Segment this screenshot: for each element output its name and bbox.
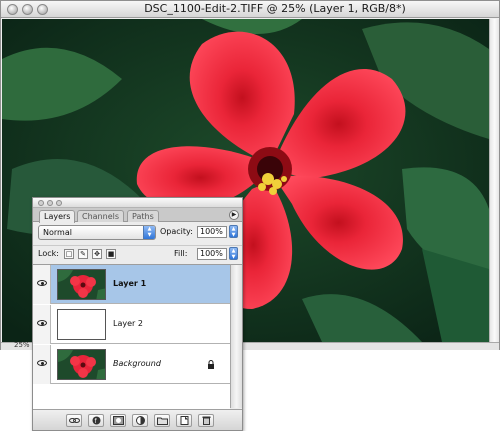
layer-name: Background (113, 359, 161, 368)
eye-icon (37, 280, 47, 286)
eye-icon (37, 360, 47, 366)
layer-row-background[interactable]: Background (33, 345, 230, 384)
lock-options-row: Lock: □ ✎ ✥ ■ Fill: 100% ▲ ▼ (33, 245, 242, 263)
layer-thumbnail (57, 269, 106, 300)
layer-name: Layer 1 (113, 279, 147, 288)
palette-menu-button[interactable]: ▶ (229, 210, 239, 220)
minimize-window-button[interactable] (22, 4, 33, 15)
layer-name: Layer 2 (113, 319, 143, 328)
opacity-slider-button[interactable]: ▲ ▼ (229, 225, 238, 238)
blend-options-row: Normal ▲ ▼ Opacity: 100% ▲ ▼ (33, 223, 242, 245)
blend-mode-value: Normal (43, 228, 72, 237)
lock-all-icon[interactable]: ■ (106, 249, 116, 259)
blend-mode-select[interactable]: Normal ▲ ▼ (38, 225, 156, 240)
palette-minimize-button[interactable] (47, 200, 53, 206)
layer-thumbnail (57, 309, 106, 340)
palette-zoom-button[interactable] (56, 200, 62, 206)
document-titlebar[interactable]: DSC_1100-Edit-2.TIFF @ 25% (Layer 1, RGB… (1, 1, 499, 18)
palette-tab-bar: Layers Channels Paths ▶ (33, 208, 242, 223)
lock-image-icon[interactable]: ✎ (78, 249, 88, 259)
layer-row-layer-2[interactable]: Layer 2 (33, 305, 230, 344)
layer-thumbnail (57, 349, 106, 380)
chevron-updown-icon: ▲ ▼ (143, 226, 155, 239)
layer-style-icon[interactable]: f (88, 414, 104, 427)
fill-label: Fill: (174, 249, 188, 258)
tab-paths[interactable]: Paths (127, 210, 159, 222)
palette-titlebar[interactable] (33, 198, 242, 208)
photoshop-workspace: DSC_1100-Edit-2.TIFF @ 25% (Layer 1, RGB… (0, 0, 500, 431)
layer-list-empty-area (33, 384, 230, 409)
lock-transparency-icon[interactable]: □ (64, 249, 74, 259)
adjustment-layer-icon[interactable] (132, 414, 148, 427)
opacity-label: Opacity: (160, 227, 193, 236)
fill-input[interactable]: 100% (197, 248, 227, 260)
close-window-button[interactable] (7, 4, 18, 15)
eye-icon (37, 320, 47, 326)
layers-palette: Layers Channels Paths ▶ Normal ▲ ▼ Opacit… (32, 197, 243, 431)
link-icon[interactable] (66, 414, 82, 427)
lock-label: Lock: (38, 249, 59, 258)
new-layer-icon[interactable] (176, 414, 192, 427)
palette-footer: f (33, 409, 242, 430)
layer-list: Layer 1 Layer 2 Background (33, 264, 230, 409)
lock-icon (208, 360, 214, 369)
document-vertical-scrollbar[interactable] (489, 19, 499, 342)
lock-position-icon[interactable]: ✥ (92, 249, 102, 259)
document-title: DSC_1100-Edit-2.TIFF @ 25% (Layer 1, RGB… (144, 2, 406, 15)
layer-row-layer-1[interactable]: Layer 1 (33, 265, 230, 304)
zoom-level[interactable]: 25% (14, 341, 30, 349)
tab-channels[interactable]: Channels (77, 210, 125, 222)
layer-list-scrollbar[interactable] (230, 264, 242, 408)
palette-close-button[interactable] (38, 200, 44, 206)
visibility-toggle[interactable] (33, 265, 51, 304)
visibility-toggle[interactable] (33, 305, 51, 344)
trash-icon[interactable] (198, 414, 214, 427)
zoom-window-button[interactable] (37, 4, 48, 15)
layer-mask-icon[interactable] (110, 414, 126, 427)
fill-slider-button[interactable]: ▲ ▼ (229, 247, 238, 260)
opacity-input[interactable]: 100% (197, 226, 227, 238)
tab-layers[interactable]: Layers (39, 210, 76, 223)
new-group-icon[interactable] (154, 414, 170, 427)
visibility-toggle[interactable] (33, 345, 51, 384)
